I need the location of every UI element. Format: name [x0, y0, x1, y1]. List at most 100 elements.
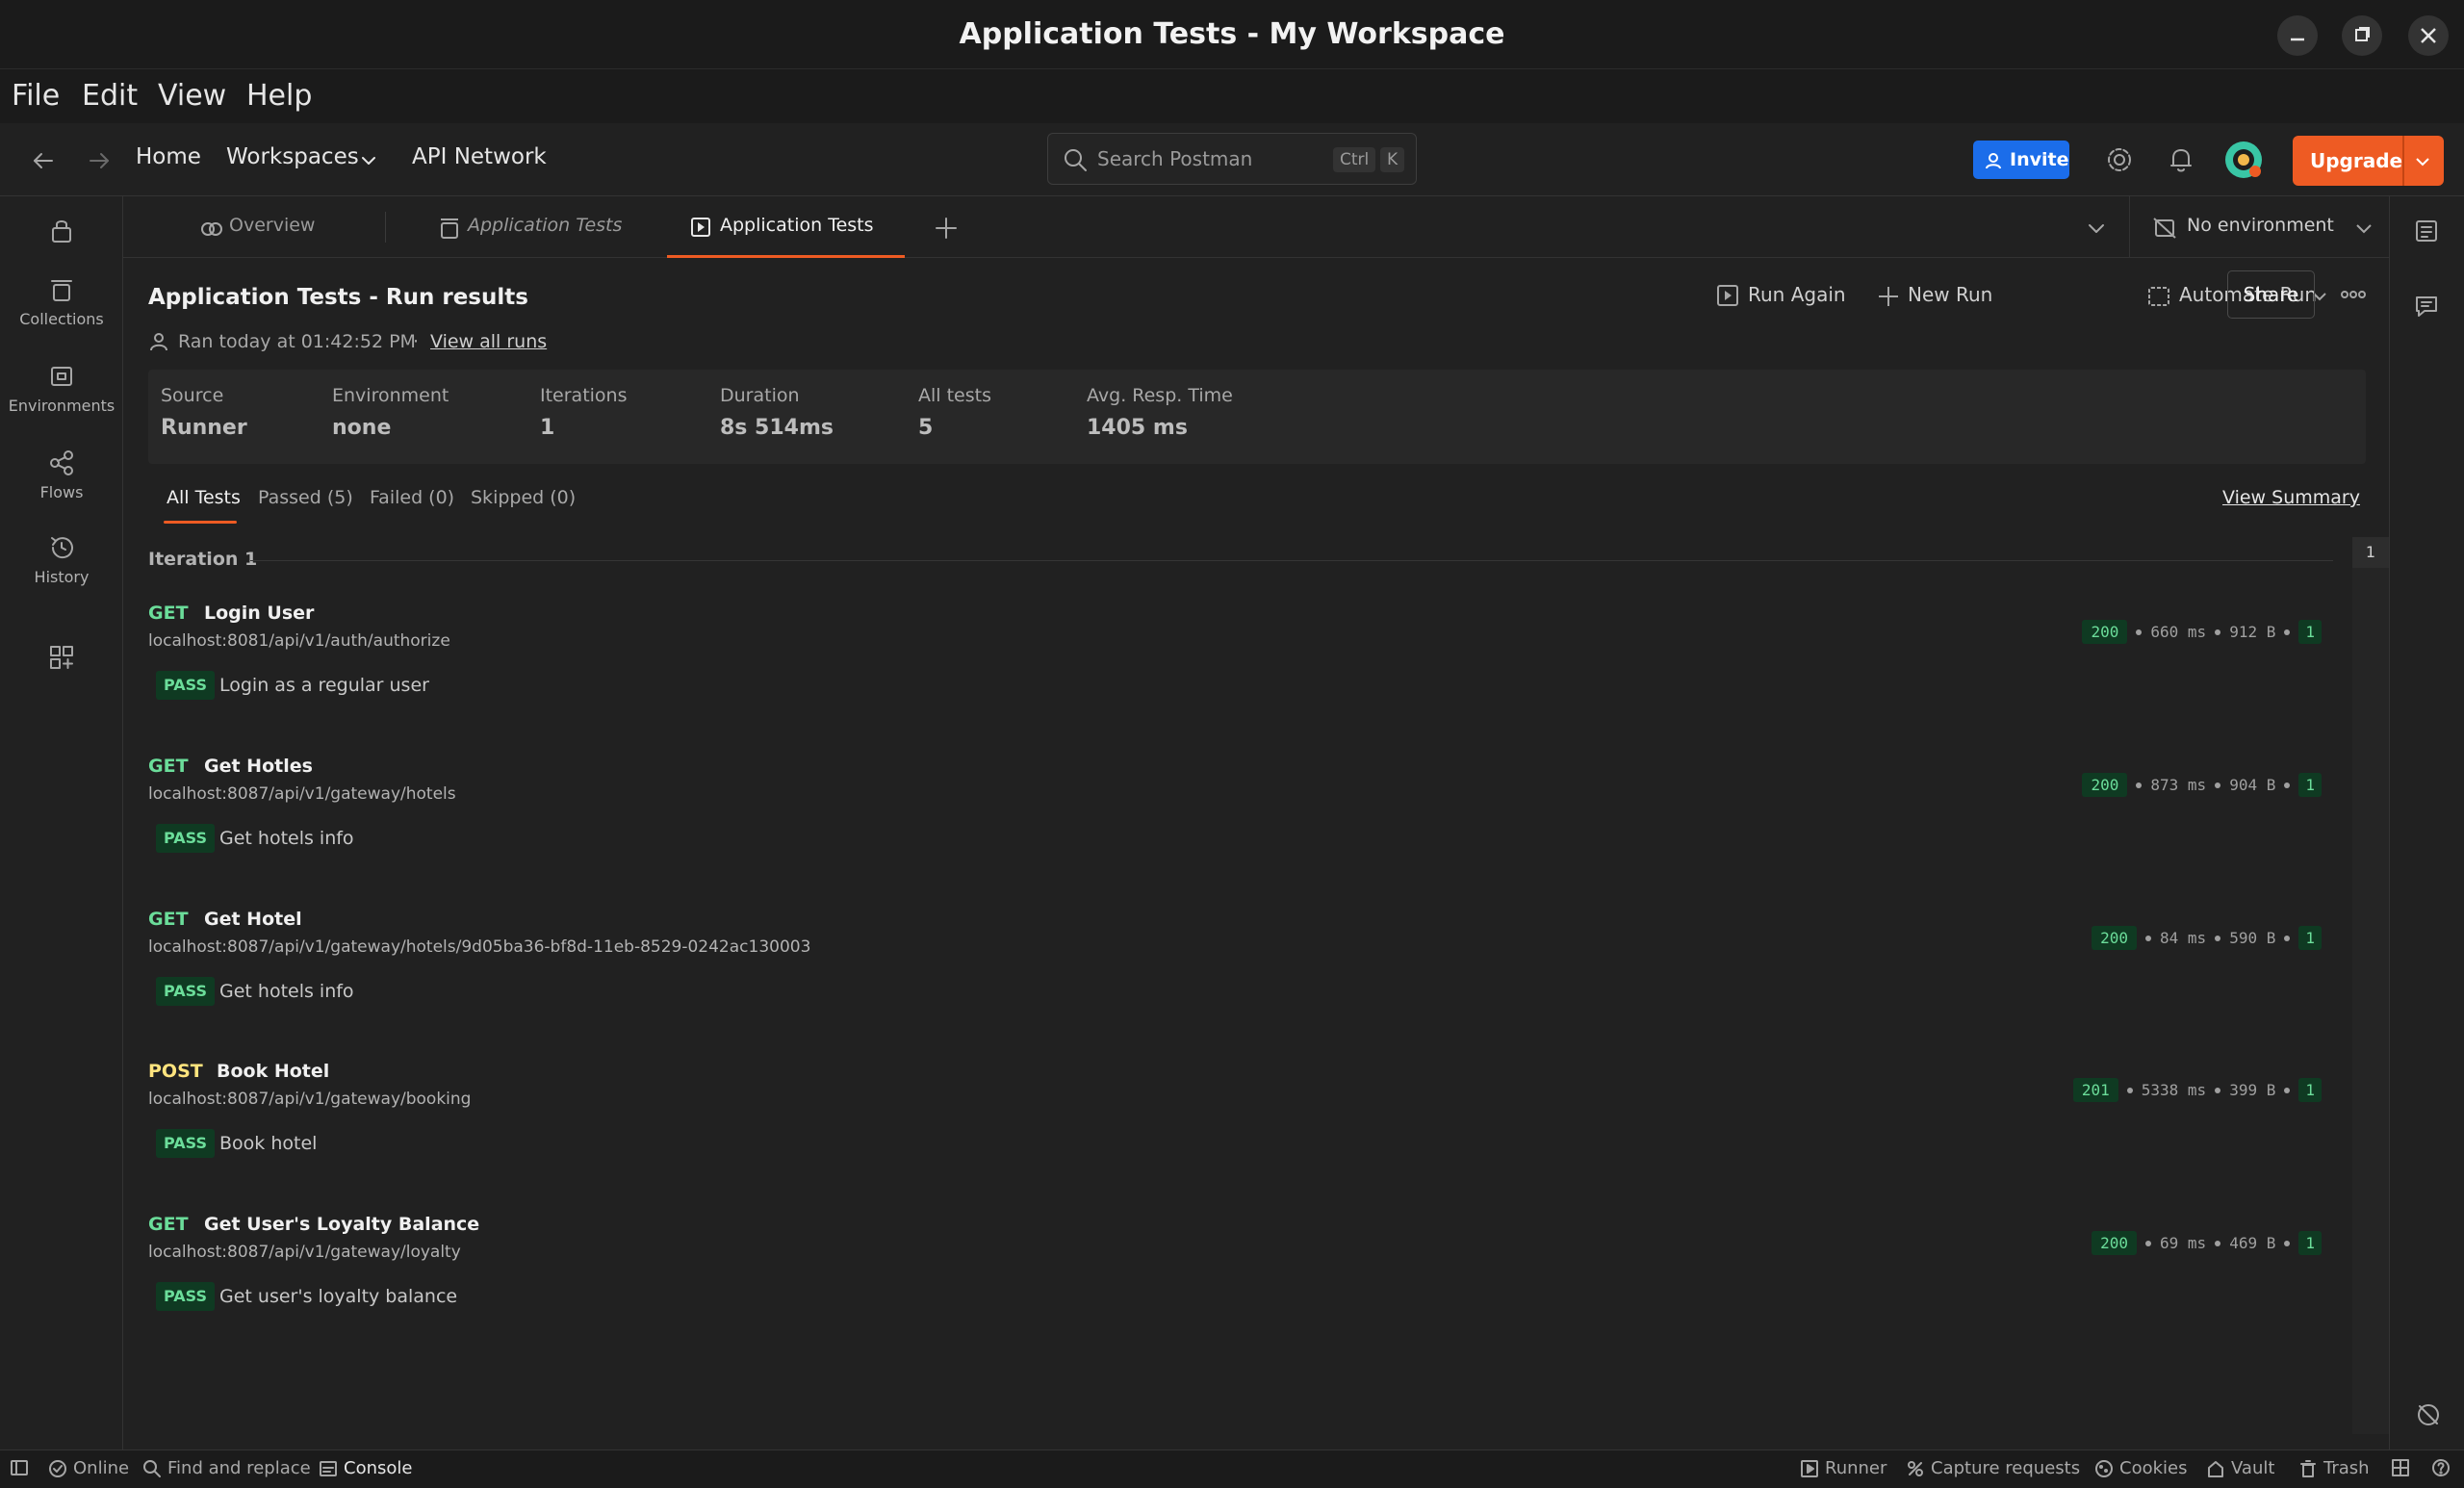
collections-icon	[51, 280, 72, 301]
stat-source: Source Runner	[161, 385, 247, 440]
cookies-button[interactable]: Cookies	[2094, 1458, 2187, 1478]
nav-workspaces[interactable]: Workspaces	[226, 144, 359, 169]
flows-icon	[50, 450, 73, 475]
layout-grid-icon[interactable]	[2391, 1458, 2416, 1477]
collections-icon	[441, 218, 458, 239]
left-sidebar: Collections Environments Flows History	[0, 196, 123, 1450]
console-icon	[320, 1460, 337, 1476]
status-badge[interactable]: 201	[2072, 1078, 2118, 1102]
new-run-button[interactable]: New Run	[1877, 283, 1992, 306]
sidebar-item-history[interactable]: History	[0, 533, 123, 586]
request-name[interactable]: Get Hotel	[204, 909, 302, 930]
console-label: Console	[344, 1458, 413, 1478]
test-result-badge: PASS	[156, 1282, 215, 1311]
minimize-button[interactable]	[2277, 15, 2318, 56]
back-arrow-icon[interactable]	[29, 146, 58, 175]
tab-application-tests-runner[interactable]: Application Tests	[667, 196, 905, 258]
request-method: GET	[148, 756, 189, 777]
filter-tab-passed[interactable]: Passed (5)	[258, 487, 353, 508]
tab-bar: Overview Application Tests Application T…	[123, 196, 2389, 258]
upgrade-button[interactable]: Upgrade	[2293, 136, 2444, 186]
test-count: 1	[2298, 1078, 2322, 1102]
request-method: GET	[148, 1214, 189, 1235]
request-url: localhost:8087/api/v1/gateway/loyalty	[148, 1243, 461, 1262]
request-name[interactable]: Get Hotles	[204, 756, 313, 777]
menu-help[interactable]: Help	[246, 79, 312, 113]
response-meta: 200 873 ms 904 B 1	[2082, 773, 2322, 797]
bell-icon[interactable]	[2166, 144, 2196, 175]
console-button[interactable]: Console	[319, 1458, 412, 1478]
runner-button[interactable]: Runner	[1800, 1458, 1886, 1478]
vault-icon	[2208, 1460, 2223, 1477]
filter-tab-skipped[interactable]: Skipped (0)	[471, 487, 576, 508]
request-result-row[interactable]: GET Get User's Loyalty Balance localhost…	[148, 1214, 2362, 1358]
iteration-page-marker[interactable]: 1	[2352, 537, 2389, 568]
help-icon[interactable]	[2431, 1458, 2456, 1477]
filter-tab-failed[interactable]: Failed (0)	[370, 487, 454, 508]
view-summary-link[interactable]: View Summary	[2222, 487, 2360, 508]
invite-button[interactable]: Invite	[1973, 141, 2069, 179]
view-all-runs-link[interactable]: View all runs	[430, 331, 547, 352]
status-badge[interactable]: 200	[2092, 1231, 2138, 1255]
stat-duration: Duration 8s 514ms	[720, 385, 834, 440]
search-input[interactable]: Search Postman Ctrl K	[1047, 133, 1417, 185]
sidebar-item-collections[interactable]: Collections	[0, 275, 123, 328]
request-name[interactable]: Get User's Loyalty Balance	[204, 1214, 479, 1235]
sidebar-item-flows[interactable]: Flows	[0, 449, 123, 501]
toggle-sidebar-icon[interactable]	[10, 1458, 35, 1477]
vault-label: Vault	[2231, 1458, 2275, 1478]
sidebar-item-environments[interactable]: Environments	[0, 362, 123, 415]
chevron-down-icon[interactable]	[360, 152, 377, 169]
no-connection-icon[interactable]	[2415, 1401, 2442, 1428]
test-name: Get hotels info	[219, 981, 354, 1002]
maximize-button[interactable]	[2342, 15, 2382, 56]
close-button[interactable]	[2408, 15, 2449, 56]
nav-home[interactable]: Home	[136, 144, 201, 169]
menu-view[interactable]: View	[158, 79, 226, 113]
share-button[interactable]: Share	[2227, 270, 2315, 319]
status-badge[interactable]: 200	[2082, 620, 2128, 644]
capture-requests-button[interactable]: Capture requests	[1906, 1458, 2080, 1478]
environment-selector[interactable]: No environment	[2152, 196, 2389, 258]
request-url: localhost:8081/api/v1/auth/authorize	[148, 631, 450, 651]
vault-button[interactable]: Vault	[2206, 1458, 2274, 1478]
request-name[interactable]: Book Hotel	[217, 1061, 329, 1082]
request-name[interactable]: Login User	[204, 603, 314, 624]
request-result-row[interactable]: GET Get Hotel localhost:8087/api/v1/gate…	[148, 909, 2362, 1053]
tab-application-tests-collection[interactable]: Application Tests	[439, 196, 631, 258]
run-again-button[interactable]: Run Again	[1715, 283, 1846, 306]
request-result-row[interactable]: GET Login User localhost:8081/api/v1/aut…	[148, 603, 2362, 747]
add-apps-icon[interactable]	[47, 643, 76, 672]
environments-icon	[51, 367, 72, 386]
history-icon	[51, 537, 73, 559]
capture-label: Capture requests	[1931, 1458, 2081, 1478]
gear-icon[interactable]	[2104, 144, 2135, 175]
request-result-row[interactable]: POST Book Hotel localhost:8087/api/v1/ga…	[148, 1061, 2362, 1205]
right-sidebar	[2389, 196, 2464, 1450]
request-result-row[interactable]: GET Get Hotles localhost:8087/api/v1/gat…	[148, 756, 2362, 900]
invite-label: Invite	[2010, 149, 2069, 170]
iteration-label: Iteration 1	[148, 549, 258, 570]
find-replace-label: Find and replace	[167, 1458, 311, 1478]
status-badge[interactable]: 200	[2082, 773, 2128, 797]
tab-overview[interactable]: Overview	[200, 196, 335, 258]
chevron-down-icon[interactable]	[2414, 153, 2431, 170]
comments-icon[interactable]	[2413, 293, 2440, 320]
avatar[interactable]	[2223, 140, 2264, 180]
online-status[interactable]: Online	[48, 1458, 129, 1478]
trash-button[interactable]: Trash	[2298, 1458, 2370, 1478]
documentation-icon[interactable]	[2413, 218, 2440, 244]
run-results-panel: Application Tests - Run results Ran toda…	[123, 258, 2389, 1450]
filter-tab-all[interactable]: All Tests	[167, 487, 241, 508]
find-replace-button[interactable]: Find and replace	[142, 1458, 311, 1478]
add-tab-icon[interactable]	[934, 216, 959, 241]
more-options-icon[interactable]	[2341, 285, 2366, 304]
forward-arrow-icon[interactable]	[85, 146, 114, 175]
nav-api-network[interactable]: API Network	[412, 144, 547, 169]
menu-edit[interactable]: Edit	[82, 79, 138, 113]
tabs-dropdown-chevron-icon[interactable]	[2087, 218, 2106, 238]
menu-file[interactable]: File	[12, 79, 60, 113]
page-title: Application Tests - Run results	[148, 285, 528, 310]
lock-icon[interactable]	[48, 216, 75, 244]
status-badge[interactable]: 200	[2092, 926, 2138, 950]
